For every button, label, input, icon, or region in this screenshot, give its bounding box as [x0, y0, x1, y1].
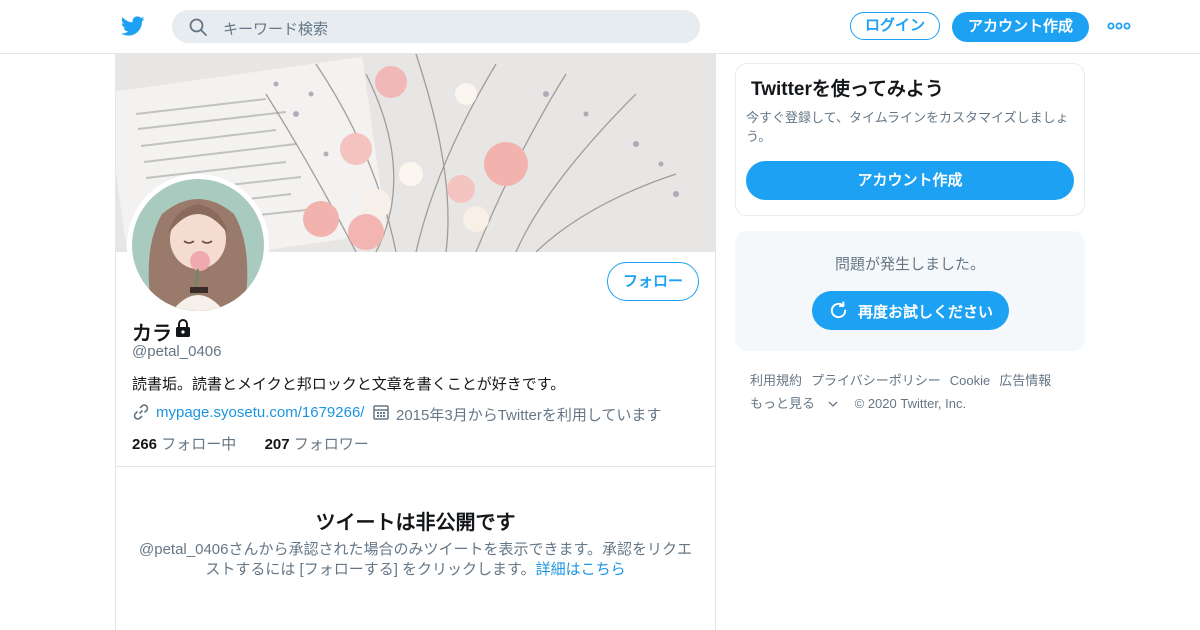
- login-button[interactable]: ログイン: [850, 12, 940, 40]
- footer-ads-link[interactable]: 広告情報: [999, 373, 1051, 388]
- top-navigation-bar: キーワード検索 ログイン アカウント作成: [0, 0, 1200, 54]
- footer-cookie-link[interactable]: Cookie: [950, 373, 990, 388]
- profile-bio: 読書垢。読書とメイクと邦ロックと文章を書くことが好きです。: [132, 376, 566, 393]
- signup-button[interactable]: アカウント作成: [952, 12, 1089, 42]
- error-card: 問題が発生しました。 再度お試しください: [735, 231, 1085, 351]
- footer-more-label: もっと見る: [750, 396, 816, 411]
- footer-links: 利用規約 プライバシーポリシー Cookie 広告情報 もっと見る © 2020 Tw…: [750, 369, 1090, 415]
- search-icon: [189, 18, 207, 36]
- twitter-bird-icon[interactable]: [120, 14, 146, 38]
- signup-promo-card: Twitterを使ってみよう 今すぐ登録して、タイムラインをカスタマイズしましょ…: [735, 63, 1085, 216]
- join-date: 2015年3月からTwitterを利用しています: [396, 407, 662, 424]
- profile-name: カラ: [132, 323, 172, 345]
- protected-tweets-title: ツイートは非公開です: [315, 512, 516, 534]
- retry-button[interactable]: 再度お試しください: [812, 291, 1009, 330]
- search-bar[interactable]: キーワード検索: [172, 10, 700, 43]
- promo-signup-button[interactable]: アカウント作成: [746, 161, 1074, 200]
- retry-label: 再度お試しください: [858, 304, 994, 321]
- refresh-icon: [830, 301, 847, 319]
- profile-url-link[interactable]: mypage.syosetu.com/1679266/: [156, 404, 364, 421]
- learn-more-link[interactable]: 詳細はこちら: [536, 561, 626, 578]
- following-count: 266: [132, 436, 158, 453]
- promo-card-text: 今すぐ登録して、タイムラインをカスタマイズしましょう。: [746, 110, 1069, 144]
- footer-more-link[interactable]: もっと見る: [750, 396, 846, 411]
- promo-card-title: Twitterを使ってみよう: [751, 79, 944, 100]
- profile-column: フォロー カラ @petal_0406 読書垢。読書とメイクと邦ロックと文章を書…: [115, 54, 716, 630]
- error-message: 問題が発生しました。: [834, 256, 985, 273]
- profile-avatar[interactable]: [127, 174, 269, 316]
- profile-meta: mypage.syosetu.com/1679266/ 2015年3月からTwi…: [132, 403, 712, 425]
- followers-count: 207: [264, 436, 290, 453]
- followers-label: フォロワー: [293, 436, 369, 453]
- search-input[interactable]: キーワード検索: [223, 18, 328, 39]
- protected-tweets-message: @petal_0406さんから承認された場合のみツイートを表示できます。承認をリ…: [138, 540, 693, 580]
- following-label: フォロー中: [161, 436, 237, 453]
- following-stat[interactable]: 266 フォロー中: [132, 436, 236, 453]
- follow-button[interactable]: フォロー: [607, 262, 699, 301]
- chevron-down-icon: [828, 392, 838, 407]
- link-icon: [133, 404, 149, 420]
- followers-stat[interactable]: 207 フォロワー: [265, 436, 369, 453]
- lock-icon: [176, 319, 190, 337]
- footer-copyright: © 2020 Twitter, Inc.: [854, 396, 967, 411]
- footer-terms-link[interactable]: 利用規約: [750, 373, 802, 388]
- calendar-icon: [373, 405, 389, 420]
- section-divider: [116, 466, 715, 467]
- more-options-icon[interactable]: [1107, 18, 1131, 34]
- profile-handle: @petal_0406: [132, 343, 222, 360]
- profile-stats: 266 フォロー中 207 フォロワー: [132, 433, 369, 454]
- footer-privacy-link[interactable]: プライバシーポリシー: [811, 373, 941, 388]
